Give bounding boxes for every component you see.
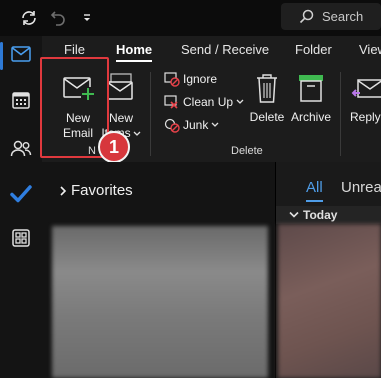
mail-icon	[11, 45, 31, 67]
apps-icon	[12, 228, 30, 252]
chevron-down-icon	[236, 99, 247, 105]
nav-apps[interactable]	[0, 220, 42, 260]
reply-button[interactable]: Reply	[350, 72, 381, 125]
chevron-down-icon	[289, 211, 299, 219]
filter-unread[interactable]: Unread	[341, 179, 381, 196]
archive-label: Archive	[290, 110, 331, 124]
chevron-down-icon	[211, 122, 222, 128]
clean-up-button[interactable]: Clean Up	[164, 92, 247, 112]
search-box[interactable]: Search	[281, 3, 381, 30]
ribbon-separator	[340, 72, 341, 156]
todo-check-icon	[10, 184, 32, 208]
archive-button[interactable]: Archive	[288, 72, 334, 125]
nav-mail[interactable]	[0, 36, 42, 76]
step-badge: 1	[98, 131, 130, 163]
folder-pane: Favorites	[42, 162, 275, 378]
junk-icon	[164, 117, 183, 133]
title-bar: Search	[0, 0, 381, 36]
navigation-rail	[0, 36, 42, 378]
ignore-label: Ignore	[183, 72, 218, 86]
tab-view[interactable]: View	[359, 42, 381, 57]
search-label: Search	[322, 9, 364, 24]
new-items-line1: New	[108, 111, 133, 125]
delete-label: Delete	[249, 110, 285, 124]
tab-file[interactable]: File	[64, 42, 85, 57]
refresh-icon[interactable]	[16, 6, 42, 30]
search-icon	[299, 9, 314, 24]
delete-button[interactable]: Delete	[248, 72, 286, 125]
nav-todo[interactable]	[0, 176, 42, 216]
group-header-today[interactable]: Today	[276, 206, 381, 224]
reply-icon	[350, 72, 381, 109]
group-label-delete: Delete	[231, 145, 263, 157]
reply-label: Reply	[350, 110, 381, 124]
filter-all[interactable]: All	[306, 179, 323, 202]
clean-up-icon	[164, 94, 183, 110]
archive-icon	[297, 72, 325, 109]
chevron-down-icon	[133, 131, 141, 137]
nav-people[interactable]	[0, 130, 42, 170]
favorites-header[interactable]: Favorites	[58, 182, 133, 199]
quick-access-dropdown-icon[interactable]	[74, 6, 100, 30]
message-list-pane: All Unread Today	[276, 162, 381, 378]
calendar-icon	[12, 91, 30, 114]
tab-send-receive[interactable]: Send / Receive	[181, 42, 269, 57]
ignore-button[interactable]: Ignore	[164, 69, 217, 89]
chevron-right-icon	[58, 185, 68, 197]
undo-icon[interactable]	[45, 6, 71, 30]
ribbon-separator	[150, 72, 151, 156]
tab-folder[interactable]: Folder	[295, 42, 332, 57]
clean-up-label: Clean Up	[183, 95, 234, 109]
group-today-label: Today	[303, 208, 338, 222]
delete-icon	[254, 72, 280, 109]
blurred-folder-list	[52, 226, 268, 378]
blurred-message-list	[278, 224, 381, 378]
people-icon	[10, 139, 32, 162]
junk-label: Junk	[183, 118, 209, 132]
nav-calendar[interactable]	[0, 82, 42, 122]
ignore-icon	[164, 71, 183, 87]
new-items-icon	[106, 72, 136, 107]
favorites-label: Favorites	[71, 182, 133, 199]
tab-home[interactable]: Home	[116, 42, 153, 62]
junk-button[interactable]: Junk	[164, 115, 222, 135]
